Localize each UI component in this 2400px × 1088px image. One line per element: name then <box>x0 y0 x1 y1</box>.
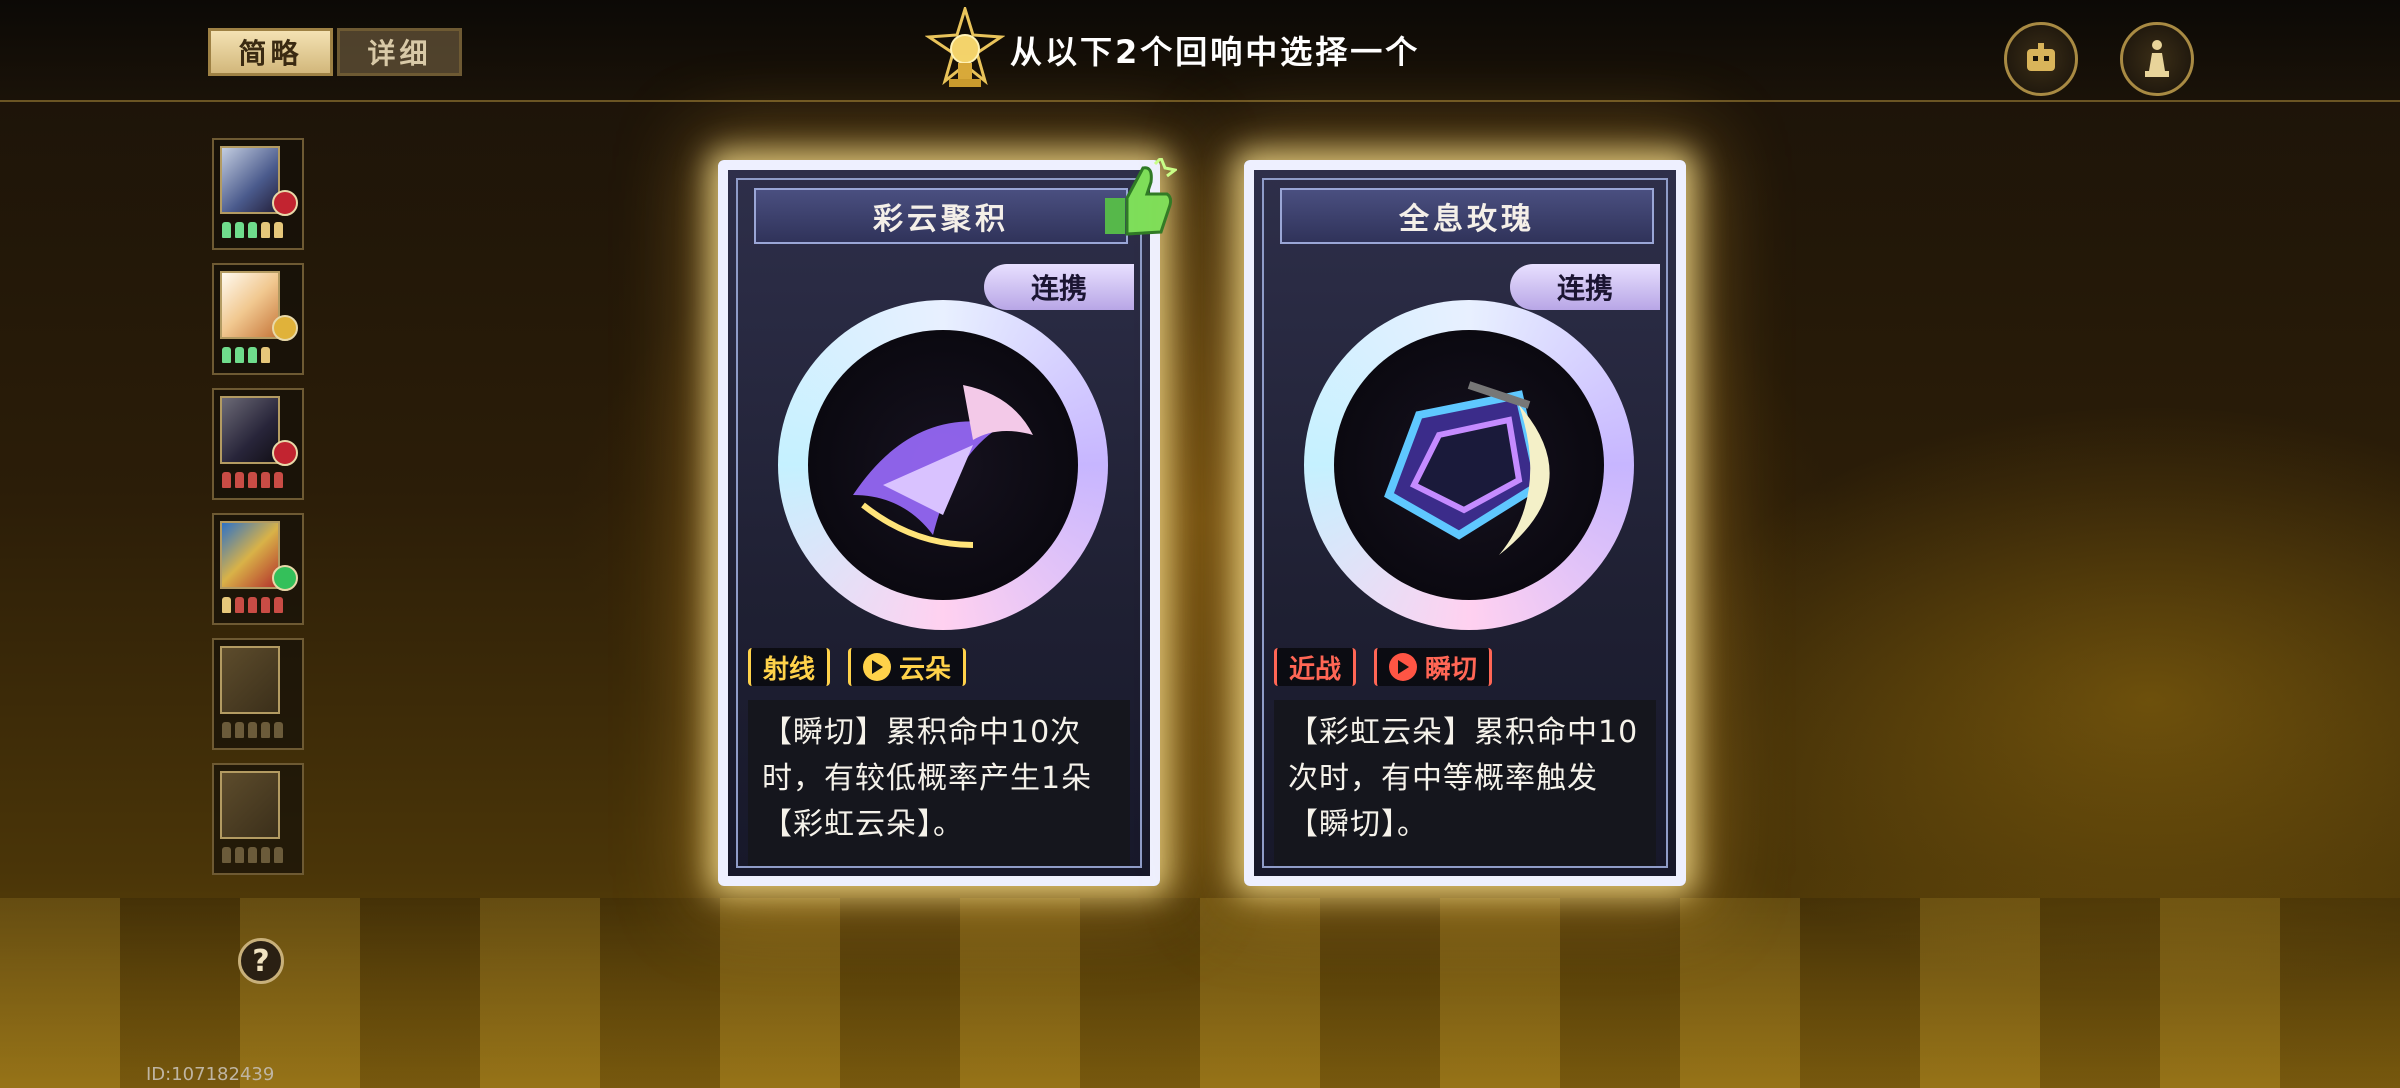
pip-icon <box>222 222 231 238</box>
rank-pips <box>222 472 283 488</box>
hexagon-scythe-illustration <box>1334 330 1604 600</box>
trait-cloud: 云朵 <box>848 648 967 686</box>
pip-icon <box>222 347 231 363</box>
team-slot[interactable] <box>212 763 304 875</box>
card-art <box>758 300 1128 630</box>
echo-card-2[interactable]: 全息玫瑰 连携 近战 瞬切 【彩虹云朵】累积命中10次时，有中等概率触发【瞬切】… <box>1244 160 1686 886</box>
team-slot[interactable] <box>212 388 304 500</box>
play-icon <box>863 653 892 681</box>
team-slot[interactable] <box>212 513 304 625</box>
bot-icon[interactable] <box>2004 22 2078 96</box>
trait-label: 云朵 <box>899 654 952 685</box>
character-portrait <box>220 396 280 464</box>
team-slot[interactable] <box>212 263 304 375</box>
pip-icon <box>222 597 231 613</box>
pip-icon <box>235 347 244 363</box>
card-traits: 射线 云朵 <box>748 648 967 686</box>
trait-label: 近战 <box>1289 654 1342 685</box>
pip-icon <box>248 222 257 238</box>
card-description: 【彩虹云朵】累积命中10次时，有中等概率触发【瞬切】。 <box>1274 700 1656 866</box>
team-slot[interactable] <box>212 638 304 750</box>
rank-pips <box>222 347 270 363</box>
card-traits: 近战 瞬切 <box>1274 648 1493 686</box>
character-portrait <box>220 271 280 339</box>
pip-icon <box>274 222 283 238</box>
pip-icon <box>248 472 257 488</box>
trait-label: 射线 <box>763 654 816 685</box>
play-icon <box>1389 653 1418 681</box>
team-list <box>212 138 304 888</box>
trait-label: 瞬切 <box>1425 654 1478 685</box>
art-ring <box>778 300 1108 630</box>
pip-icon <box>261 222 270 238</box>
pip-icon <box>261 472 270 488</box>
rank-pips <box>222 722 283 738</box>
empty-slot-portrait <box>220 646 280 714</box>
pip-icon <box>235 847 244 863</box>
empty-slot-portrait <box>220 771 280 839</box>
pip-icon <box>222 722 231 738</box>
pip-icon <box>261 847 270 863</box>
pip-icon <box>248 597 257 613</box>
pip-icon <box>235 472 244 488</box>
element-badge-icon <box>272 190 298 216</box>
team-slot[interactable] <box>212 138 304 250</box>
echo-card-1[interactable]: 彩云聚积 连携 射线 云朵 【瞬切】累积命中10次时，有较低概率产生1朵【彩虹云… <box>718 160 1160 886</box>
element-badge-icon <box>272 315 298 341</box>
pip-icon <box>235 222 244 238</box>
pip-icon <box>261 597 270 613</box>
tab-detail[interactable]: 详细 <box>337 28 462 76</box>
view-toggle: 简略 详细 <box>208 28 462 76</box>
pip-icon <box>248 847 257 863</box>
character-portrait <box>220 521 280 589</box>
pip-icon <box>274 597 283 613</box>
pip-icon <box>248 722 257 738</box>
card-art <box>1284 300 1654 630</box>
pip-icon <box>235 597 244 613</box>
scythe-hand-illustration <box>808 330 1078 600</box>
header-title-group: 从以下2个回响中选择一个 <box>920 4 1420 96</box>
art-ring <box>1304 300 1634 630</box>
chess-icon[interactable] <box>2120 22 2194 96</box>
pip-icon <box>274 722 283 738</box>
element-badge-icon <box>272 565 298 591</box>
page-title: 从以下2个回响中选择一个 <box>1010 33 1421 71</box>
pip-icon <box>261 347 270 363</box>
recommend-thumb-icon <box>1095 155 1179 244</box>
tab-brief[interactable]: 简略 <box>208 28 333 76</box>
rank-pips <box>222 597 283 613</box>
pip-icon <box>222 847 231 863</box>
checkered-floor <box>0 898 2400 1088</box>
pip-icon <box>235 722 244 738</box>
user-id: ID:107182439 <box>146 1064 275 1085</box>
help-button[interactable]: ? <box>238 938 284 984</box>
pip-icon <box>274 847 283 863</box>
trophy-icon <box>920 4 1010 96</box>
rank-pips <box>222 847 283 863</box>
pip-icon <box>274 472 283 488</box>
top-bar: 简略 详细 从以下2个回响中选择一个 <box>0 0 2400 102</box>
trait-flash-cut: 瞬切 <box>1374 648 1493 686</box>
trait-melee: 近战 <box>1274 648 1357 686</box>
rank-pips <box>222 222 283 238</box>
pip-icon <box>261 722 270 738</box>
element-badge-icon <box>272 440 298 466</box>
card-title: 全息玫瑰 <box>1280 188 1654 244</box>
pip-icon <box>248 347 257 363</box>
trait-ray: 射线 <box>748 648 831 686</box>
card-description: 【瞬切】累积命中10次时，有较低概率产生1朵【彩虹云朵】。 <box>748 700 1130 866</box>
character-portrait <box>220 146 280 214</box>
pip-icon <box>222 472 231 488</box>
card-title: 彩云聚积 <box>754 188 1128 244</box>
